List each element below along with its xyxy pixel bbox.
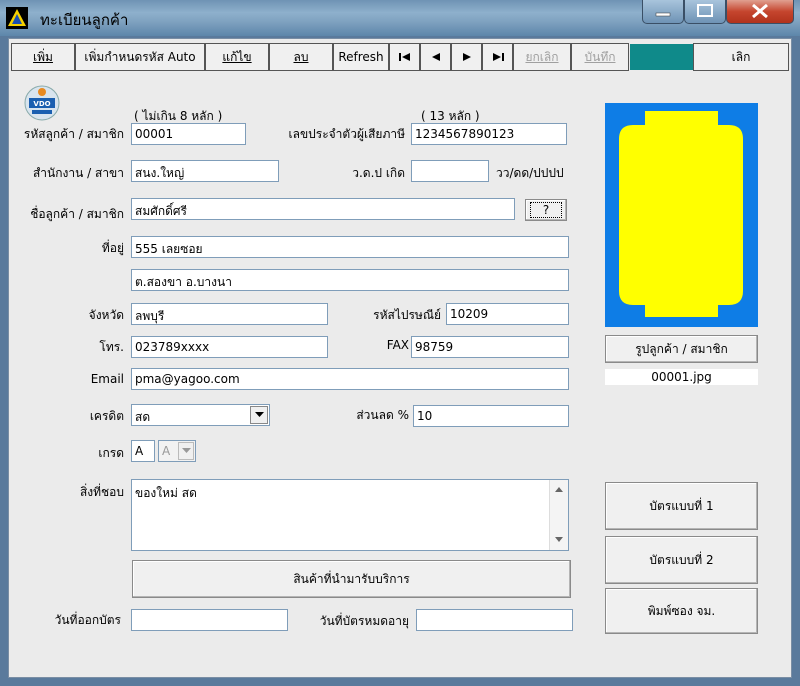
last-record-icon [492, 53, 504, 61]
vdo-logo-icon: VDO [24, 85, 60, 121]
postal-code-label: รหัสไปรษณีย์ [373, 308, 441, 322]
birth-date-field[interactable] [411, 160, 489, 182]
chevron-down-icon [181, 448, 191, 453]
likes-label: สิ่งที่ชอบ [79, 485, 124, 499]
close-icon [752, 3, 768, 19]
grade-field[interactable]: A [131, 440, 155, 462]
previous-record-icon [431, 53, 440, 61]
likes-textarea[interactable]: ของใหม่ สด [131, 479, 569, 551]
address-label: ที่อยู่ [101, 241, 124, 255]
edit-button[interactable]: แก้ไข [205, 43, 269, 71]
photo-filename: 00001.jpg [605, 369, 758, 385]
card-style-1-button[interactable]: บัตรแบบที่ 1 [605, 482, 758, 530]
exit-button[interactable]: เลิก [693, 43, 789, 71]
minimize-button[interactable] [642, 0, 684, 24]
phone-field[interactable]: 023789xxxx [131, 336, 328, 358]
title-bar: ทะเบียนลูกค้า [0, 0, 800, 36]
add-auto-code-button[interactable]: เพิ่มกำหนดรหัส Auto [75, 43, 205, 71]
previous-record-button[interactable] [420, 43, 451, 71]
tax-id-field[interactable]: 1234567890123 [411, 123, 567, 145]
first-record-button[interactable] [389, 43, 420, 71]
print-envelope-button[interactable]: พิมพ์ซอง จม. [605, 588, 758, 634]
save-label: บันทึก [584, 49, 616, 64]
maximize-button[interactable] [684, 0, 726, 24]
delete-label: ลบ [293, 49, 309, 64]
address-line2-field[interactable]: ต.สองขา อ.บางนา [131, 269, 569, 291]
card-style-2-button[interactable]: บัตรแบบที่ 2 [605, 536, 758, 584]
refresh-button[interactable]: Refresh [333, 43, 389, 71]
refresh-label: Refresh [338, 50, 384, 64]
discount-field[interactable]: 10 [413, 405, 569, 427]
credit-value: สด [135, 410, 151, 424]
status-indicator [630, 44, 693, 70]
fax-field[interactable]: 98759 [411, 336, 569, 358]
email-label: Email [90, 372, 124, 386]
add-button[interactable]: เพิ่ม [11, 43, 75, 71]
exit-label: เลิก [731, 49, 751, 64]
customer-code-label: รหัสลูกค้า / สมาชิก [23, 127, 124, 141]
photo-placeholder-shape [619, 111, 743, 317]
fax-label: FAX [386, 338, 409, 352]
app-logo-icon [6, 7, 28, 29]
edit-label: แก้ไข [222, 49, 252, 64]
address-line1-field[interactable]: 555 เลยซอย [131, 236, 569, 258]
chevron-down-icon [254, 412, 264, 417]
grade-label: เกรด [98, 446, 124, 460]
grade-select[interactable]: A [158, 440, 196, 462]
credit-select[interactable]: สด [131, 404, 270, 426]
scroll-up-icon [555, 487, 563, 492]
services-button[interactable]: สินค้าที่นำมารับบริการ [132, 560, 571, 598]
credit-dropdown-button[interactable] [250, 406, 268, 424]
customer-name-field[interactable]: สมศักดิ์ศรี [131, 198, 515, 220]
close-button[interactable] [726, 0, 794, 24]
customer-form: เพิ่ม เพิ่มกำหนดรหัส Auto แก้ไข ลบ Refre… [8, 38, 792, 678]
expire-date-field[interactable] [416, 609, 573, 631]
birth-date-format-hint: วว/ดด/ปปปป [496, 166, 564, 180]
issue-date-field[interactable] [131, 609, 288, 631]
customer-photo [605, 103, 758, 327]
province-field[interactable]: ลพบุรี [131, 303, 328, 325]
customer-code-field[interactable]: 00001 [131, 123, 246, 145]
add-auto-label: เพิ่มกำหนดรหัส Auto [84, 49, 196, 64]
customer-name-label: ชื่อลูกค้า / สมาชิก [30, 207, 124, 221]
birth-date-label: ว.ด.ป เกิด [352, 166, 405, 180]
grade-select-value: A [162, 444, 171, 458]
province-label: จังหวัด [88, 308, 124, 322]
scroll-down-icon [555, 537, 563, 542]
name-lookup-label: ? [529, 202, 563, 218]
delete-button[interactable]: ลบ [269, 43, 333, 71]
toolbar: เพิ่ม เพิ่มกำหนดรหัส Auto แก้ไข ลบ Refre… [11, 43, 789, 71]
window-title: ทะเบียนลูกค้า [40, 11, 129, 29]
likes-value: ของใหม่ สด [135, 486, 197, 500]
name-lookup-button[interactable]: ? [525, 199, 567, 221]
credit-label: เครดิต [89, 409, 124, 423]
grade-dropdown-button[interactable] [178, 442, 194, 460]
branch-label: สำนักงาน / สาขา [32, 166, 124, 180]
logo-text: VDO [33, 100, 50, 108]
customer-photo-button[interactable]: รูปลูกค้า / สมาชิก [605, 335, 758, 363]
discount-label: ส่วนลด % [356, 408, 409, 422]
last-record-button[interactable] [482, 43, 513, 71]
save-button[interactable]: บันทึก [571, 43, 629, 71]
next-record-icon [462, 53, 471, 61]
phone-label: โทร. [99, 340, 124, 354]
add-label: เพิ่ม [33, 49, 53, 64]
likes-scrollbar[interactable] [549, 480, 568, 550]
cancel-button[interactable]: ยกเลิก [513, 43, 571, 71]
maximize-icon [697, 4, 713, 17]
branch-field[interactable]: สนง.ใหญ่ [131, 160, 279, 182]
postal-code-field[interactable]: 10209 [446, 303, 569, 325]
first-record-icon [398, 53, 410, 61]
tax-id-label: เลขประจำตัวผู้เสียภาษี [288, 127, 405, 141]
issue-date-label: วันที่ออกบัตร [54, 613, 121, 627]
expire-date-label: วันที่บัตรหมดอายุ [319, 614, 409, 628]
next-record-button[interactable] [451, 43, 482, 71]
minimize-icon [655, 12, 671, 17]
email-field[interactable]: pma@yagoo.com [131, 368, 569, 390]
cancel-label: ยกเลิก [525, 49, 559, 64]
application-window: ทะเบียนลูกค้า เพิ่ม เพิ่มกำหนดรหัส Auto … [0, 0, 800, 686]
